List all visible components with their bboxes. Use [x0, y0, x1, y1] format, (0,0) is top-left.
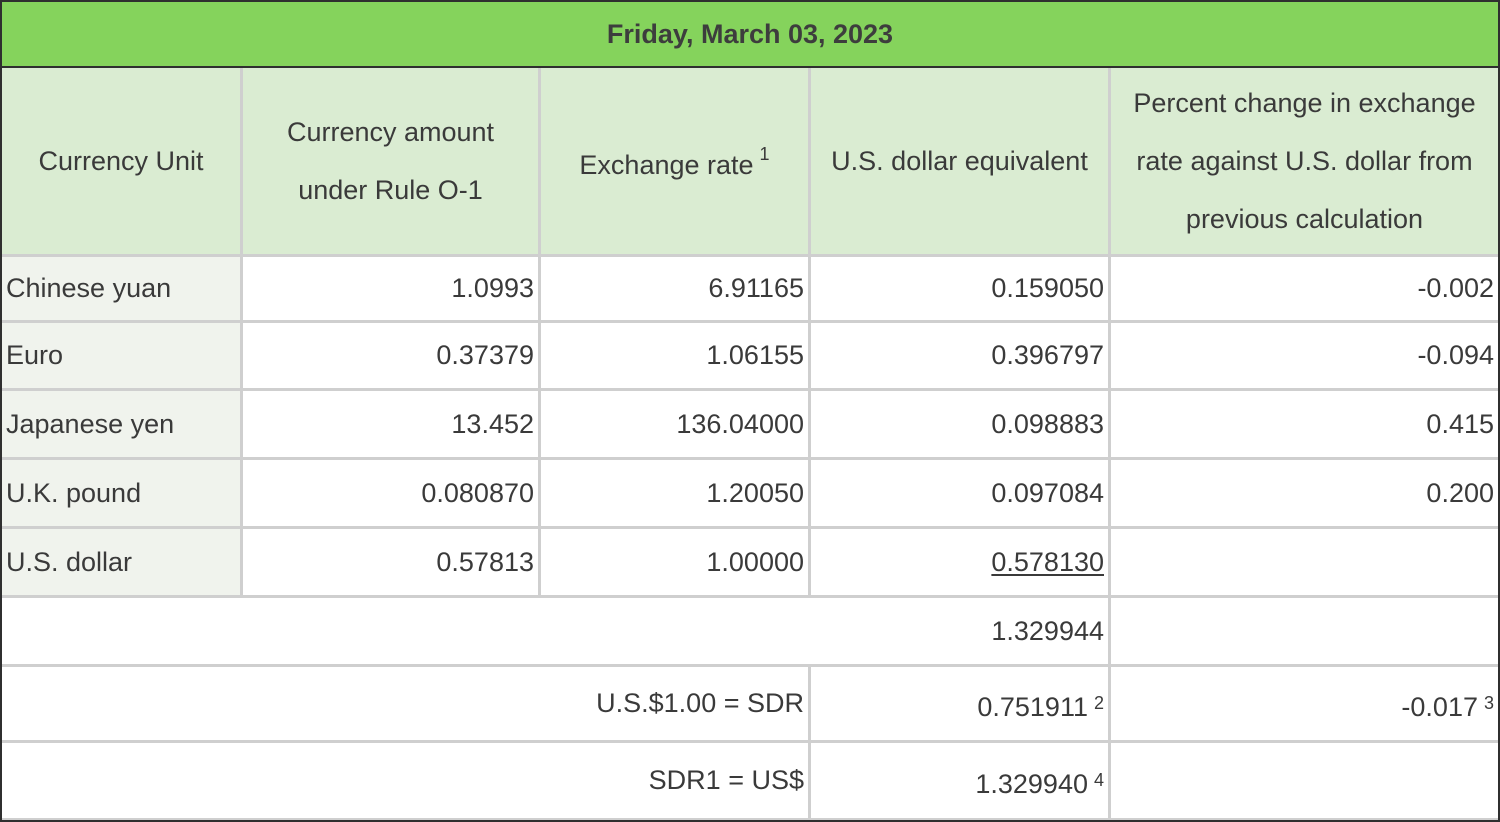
row-label: U.K. pound	[2, 460, 240, 526]
header-currency-unit: Currency Unit	[2, 68, 240, 254]
sdr-per-usd-pct: -0.017 3	[1111, 667, 1498, 740]
cell-rate: 136.04000	[541, 391, 808, 457]
exchange-rate-table: Friday, March 03, 2023 Currency Unit Cur…	[0, 0, 1500, 822]
cell-pct: 0.200	[1111, 460, 1498, 526]
cell-rate: 1.00000	[541, 529, 808, 595]
cell-amount: 0.57813	[243, 529, 538, 595]
cell-usd: 0.159050	[811, 257, 1108, 320]
usd-per-sdr-value: 1.329940 4	[811, 743, 1108, 818]
cell-rate: 6.91165	[541, 257, 808, 320]
row-label: Japanese yen	[2, 391, 240, 457]
sdr-per-usd-value: 0.751911 2	[811, 667, 1108, 740]
cell-usd: 0.097084	[811, 460, 1108, 526]
cell-usd: 0.578130	[811, 529, 1108, 595]
cell-usd: 0.098883	[811, 391, 1108, 457]
cell-pct: -0.002	[1111, 257, 1498, 320]
header-currency-amount: Currency amount under Rule O-1	[243, 68, 538, 254]
header-percent-change: Percent change in exchange rate against …	[1111, 68, 1498, 254]
cell-amount: 1.0993	[243, 257, 538, 320]
footnote-marker: 2	[1093, 693, 1104, 713]
empty-cell	[1111, 598, 1498, 664]
cell-rate: 1.06155	[541, 323, 808, 388]
empty-cell	[1111, 743, 1498, 818]
cell-pct	[1111, 529, 1498, 595]
footnote-marker: 4	[1093, 770, 1104, 790]
total-value: 1.329944	[2, 598, 1108, 664]
cell-pct: -0.094	[1111, 323, 1498, 388]
footnote-marker: 3	[1483, 693, 1494, 713]
usd-per-sdr-label: SDR1 = US$	[2, 743, 808, 818]
row-label: Euro	[2, 323, 240, 388]
cell-amount: 0.080870	[243, 460, 538, 526]
cell-usd: 0.396797	[811, 323, 1108, 388]
cell-amount: 0.37379	[243, 323, 538, 388]
table-title: Friday, March 03, 2023	[2, 2, 1498, 68]
cell-pct: 0.415	[1111, 391, 1498, 457]
header-usd-equivalent: U.S. dollar equivalent	[811, 68, 1108, 254]
cell-amount: 13.452	[243, 391, 538, 457]
row-label: U.S. dollar	[2, 529, 240, 595]
sdr-per-usd-label: U.S.$1.00 = SDR	[2, 667, 808, 740]
header-exchange-rate: Exchange rate 1	[541, 68, 808, 254]
footnote-marker: 1	[759, 143, 770, 164]
row-label: Chinese yuan	[2, 257, 240, 320]
cell-rate: 1.20050	[541, 460, 808, 526]
